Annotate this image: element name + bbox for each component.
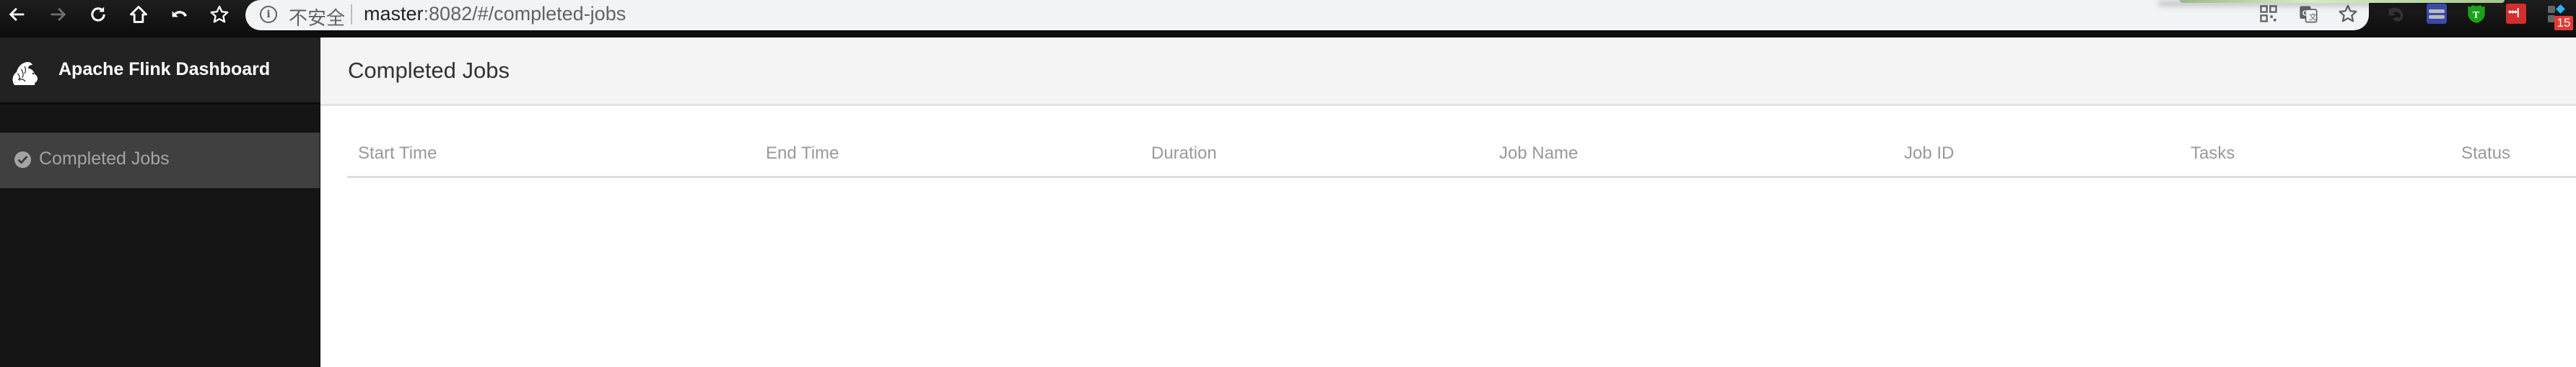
extension-badge: 15	[2554, 16, 2573, 30]
undo-icon	[172, 11, 187, 17]
check-circle-icon	[14, 151, 31, 168]
sidebar-header: Apache Flink Dashboard	[0, 37, 320, 105]
divider	[351, 4, 352, 25]
bookmarks-button[interactable]	[205, 1, 234, 27]
column-header-duration[interactable]: Duration	[1151, 143, 1217, 164]
column-header-status[interactable]: Status	[2461, 143, 2510, 164]
forward-arrow-icon	[51, 7, 66, 22]
flink-squirrel-logo-icon[interactable]	[9, 58, 39, 88]
info-icon[interactable]: i	[260, 6, 277, 23]
brand-title[interactable]: Apache Flink Dashboard	[58, 59, 270, 80]
page-title: Completed Jobs	[348, 58, 510, 83]
bookmark-star-icon	[210, 5, 229, 23]
home-icon	[130, 6, 147, 23]
home-button[interactable]	[124, 1, 153, 27]
url-text[interactable]: master:8082/#/completed-jobs	[364, 3, 626, 25]
column-header-start-time[interactable]: Start Time	[358, 143, 437, 164]
url-host: master	[364, 3, 424, 25]
sidebar: Apache Flink Dashboard Completed Jobs	[0, 37, 320, 367]
qr-code-icon[interactable]	[2258, 4, 2279, 25]
column-header-tasks[interactable]: Tasks	[2191, 143, 2235, 164]
back-arrow-icon	[9, 7, 25, 22]
reload-button[interactable]	[84, 1, 113, 27]
url-path: :8082/#/completed-jobs	[423, 3, 626, 25]
sidebar-item-label: Completed Jobs	[39, 149, 170, 169]
forward-button[interactable]	[43, 1, 72, 27]
extension-lastpass-icon[interactable]: •••|	[2506, 4, 2526, 24]
extension-reader-icon[interactable]	[2427, 4, 2447, 24]
browser-toolbar: i 不安全 master:8082/#/completed-jobs G文 T …	[0, 0, 2576, 37]
jobs-table-header: Start Time End Time Duration Job Name Jo…	[347, 132, 2576, 178]
page-header: Completed Jobs	[320, 37, 2576, 106]
column-header-job-name[interactable]: Job Name	[1499, 143, 1578, 164]
popup-edge	[2180, 0, 2505, 3]
svg-text:T: T	[2473, 10, 2480, 21]
extension-t-shield-icon[interactable]: T	[2466, 4, 2487, 24]
reload-icon	[91, 6, 105, 22]
sidebar-item-completed-jobs[interactable]: Completed Jobs	[0, 133, 320, 188]
undo-button[interactable]	[165, 1, 193, 27]
security-status[interactable]: 不安全	[289, 4, 345, 30]
column-header-job-id[interactable]: Job ID	[1904, 143, 1954, 164]
column-header-end-time[interactable]: End Time	[766, 143, 839, 164]
bookmark-star-icon[interactable]	[2337, 4, 2359, 25]
svg-text:G: G	[2302, 9, 2308, 17]
extension-arrow-icon[interactable]	[2386, 4, 2406, 24]
back-button[interactable]	[3, 1, 32, 27]
translate-icon[interactable]: G文	[2297, 4, 2319, 25]
address-bar[interactable]: i 不安全 master:8082/#/completed-jobs G文	[245, 0, 2369, 30]
main-content: Completed Jobs Start Time End Time Durat…	[320, 37, 2576, 367]
svg-text:文: 文	[2309, 12, 2317, 22]
